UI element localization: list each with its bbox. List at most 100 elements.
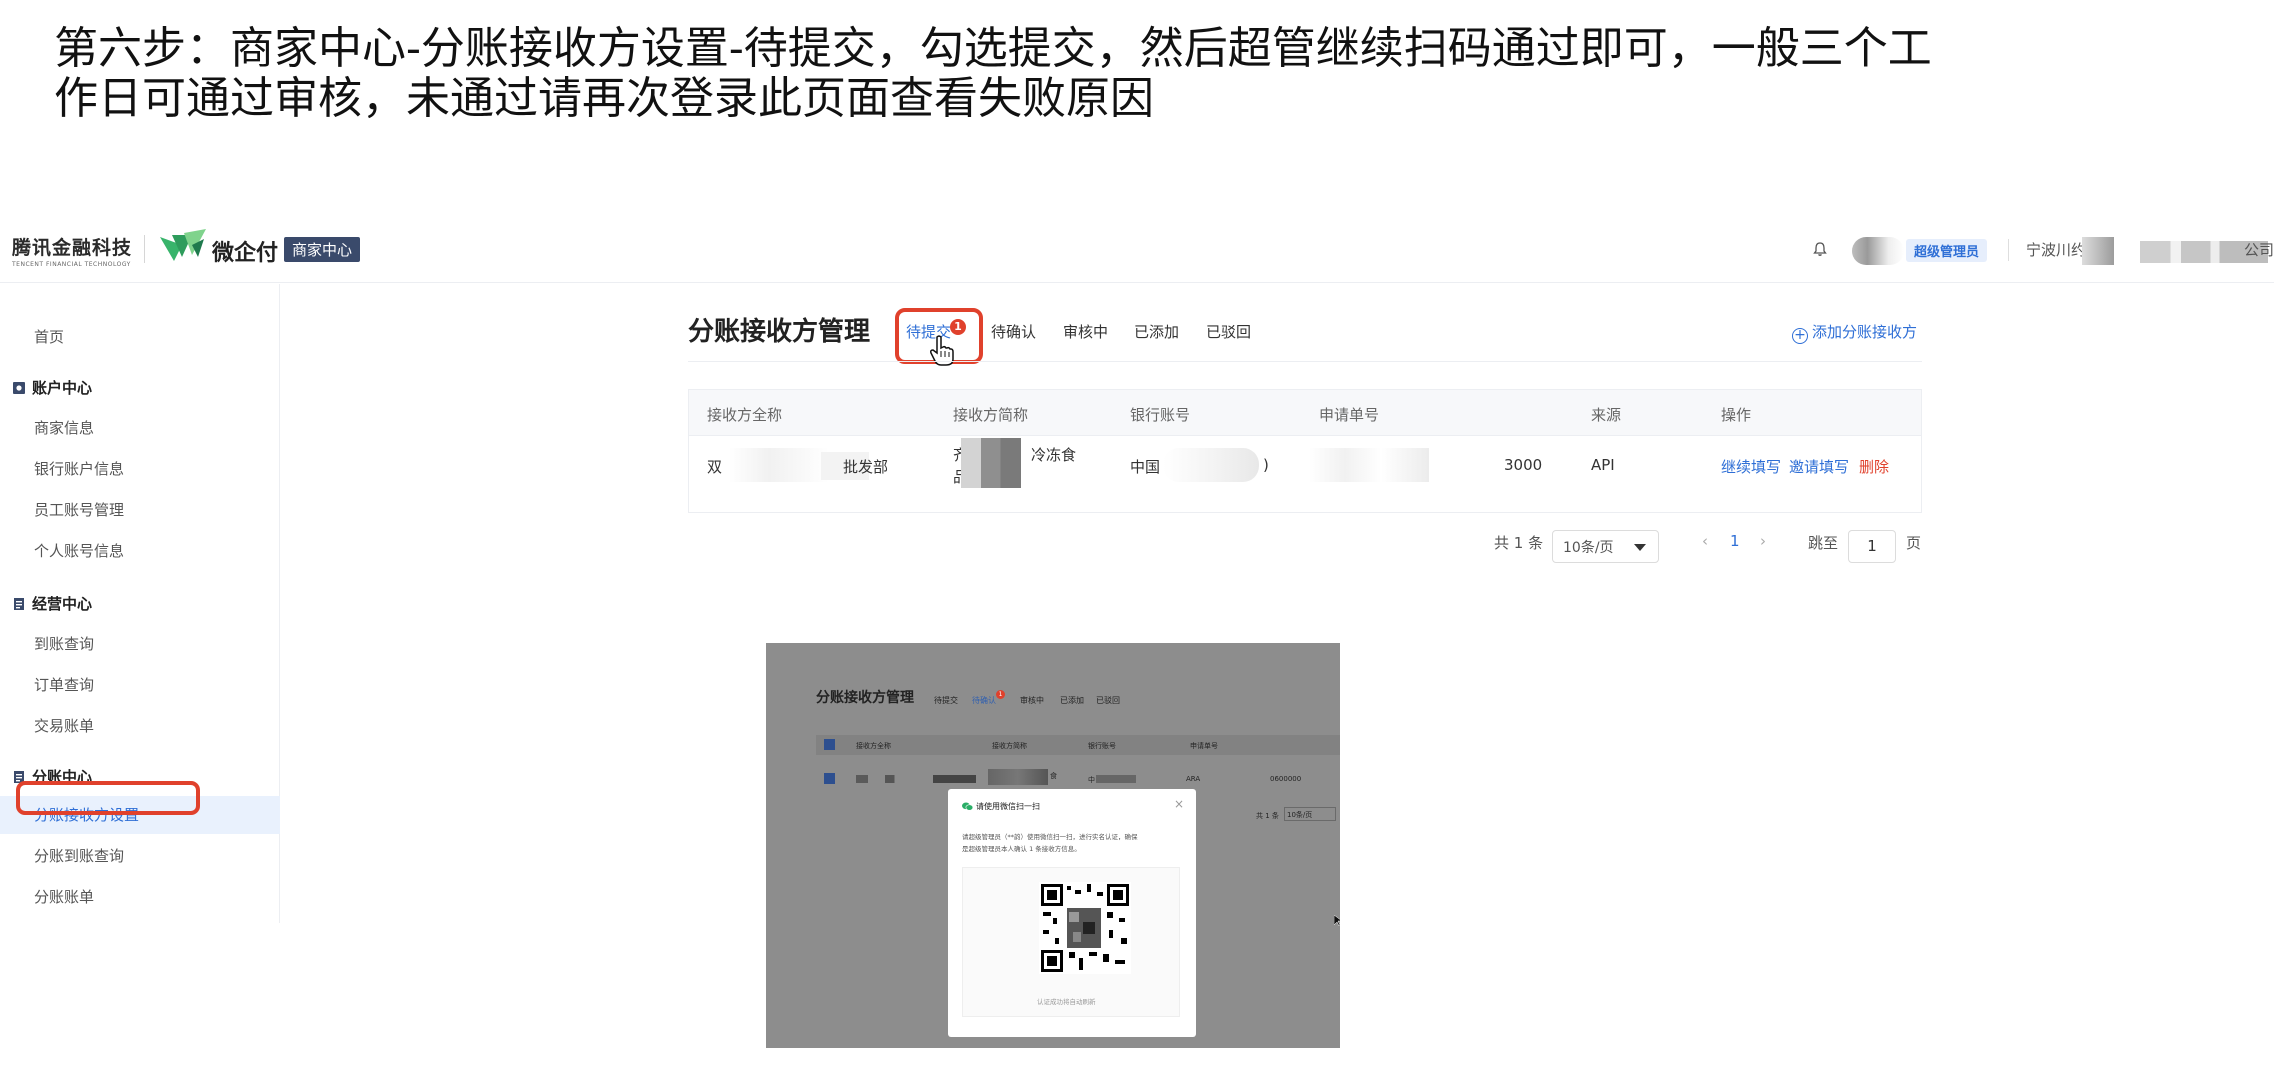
wechat-icon: [962, 802, 973, 811]
sidebar-group-account[interactable]: 账户中心: [12, 378, 92, 398]
highlight-frame-sidebar: [16, 781, 200, 815]
pager-total: 共 1 条: [1494, 534, 1544, 552]
jump-label: 跳至: [1808, 534, 1839, 552]
cell-bank-end: ): [1263, 456, 1269, 474]
modal-title: 请使用微信扫一扫: [976, 802, 1040, 811]
instruction-line-1: 第六步：商家中心-分账接收方设置-待提交，勾选提交，然后超管继续扫码通过即可，一…: [54, 23, 1932, 74]
sidebar-item-split-arrival[interactable]: 分账到账查询: [0, 837, 280, 875]
jump-page-input[interactable]: 1: [1848, 530, 1896, 563]
tencent-fintech-logo: 腾讯金融科技 TENCENT FINANCIAL TECHNOLOGY: [12, 233, 132, 268]
chevron-down-icon: [1634, 544, 1646, 551]
inset-col: 接收方全称: [856, 742, 891, 750]
sidebar-item-personal[interactable]: 个人账号信息: [0, 532, 280, 570]
add-receiver-link[interactable]: + 添加分账接收方: [1792, 321, 1917, 344]
header-divider: [2008, 239, 2009, 261]
mouse-pointer-icon: [1334, 915, 1340, 927]
redacted-block: [856, 775, 976, 783]
inset-tab-badge: 1: [996, 690, 1005, 699]
role-badge: 超级管理员: [1906, 239, 1988, 262]
bell-icon[interactable]: [1812, 241, 1828, 257]
checkbox-icon: [824, 773, 835, 784]
page-size-select[interactable]: 10条/页: [1552, 530, 1659, 563]
redacted-block: [1309, 448, 1429, 482]
redacted-block: [1096, 775, 1136, 783]
tab-pending-confirm[interactable]: 待确认: [991, 321, 1036, 342]
group-title: 账户中心: [32, 379, 93, 397]
redacted-block: [1163, 448, 1259, 482]
sidebar-item-staff[interactable]: 员工账号管理: [0, 491, 280, 529]
inset-col: 银行账号: [1088, 742, 1116, 750]
invite-fill-link[interactable]: 邀请填写: [1789, 456, 1849, 477]
avatar[interactable]: [1852, 237, 1904, 265]
receiver-table: 接收方全称 接收方简称 银行账号 申请单号 来源 操作 双 批发部 齐 品 冷冻…: [688, 389, 1922, 513]
qr-panel: 认证成功将自动刷新: [962, 867, 1180, 1017]
plus-circle-icon: +: [1792, 328, 1808, 344]
company-name-trail: 公司: [2244, 241, 2274, 259]
inset-row-bank: 中: [1088, 776, 1095, 784]
close-icon[interactable]: ×: [1174, 797, 1184, 811]
inset-table-header: [816, 735, 1340, 755]
tab-rejected[interactable]: 已驳回: [1206, 321, 1251, 342]
sidebar-group-business[interactable]: 经营中心: [12, 594, 92, 614]
sidebar-item-orders[interactable]: 订单查询: [0, 666, 280, 704]
business-center-icon: [14, 598, 24, 610]
column-header: 接收方全称: [707, 406, 783, 424]
column-header: 操作: [1721, 406, 1752, 424]
inset-tab: 待提交: [934, 696, 958, 705]
cell-full-name-start: 双: [707, 458, 723, 476]
cell-apply-no: 3000: [1504, 456, 1543, 474]
inset-pager-size: 10条/页: [1284, 807, 1336, 821]
inset-col: 申请单号: [1190, 742, 1218, 750]
sidebar-item-bills[interactable]: 交易账单: [0, 707, 280, 745]
tab-added[interactable]: 已添加: [1134, 321, 1179, 342]
table-header: 接收方全称 接收方简称 银行账号 申请单号 来源 操作: [689, 390, 1921, 436]
checkbox-icon: [824, 739, 835, 750]
sidebar-item-merchant-info[interactable]: 商家信息: [0, 409, 280, 447]
qr-scan-screenshot: 分账接收方管理 待提交 待确认 1 审核中 已添加 已驳回 接收方全称 接收方简…: [766, 643, 1340, 1048]
sidebar-item-bank-account[interactable]: 银行账户信息: [0, 450, 280, 488]
column-header: 银行账号: [1130, 406, 1191, 424]
cell-source: API: [1591, 456, 1615, 474]
brand-divider: [144, 235, 145, 263]
redacted-block: [961, 438, 1021, 488]
cell-bank-start: 中国: [1130, 458, 1161, 476]
merchant-center-badge: 商家中心: [284, 237, 361, 262]
top-bar: 腾讯金融科技 TENCENT FINANCIAL TECHNOLOGY 微企付 …: [0, 215, 2274, 283]
page-title: 分账接收方管理: [688, 317, 871, 347]
instruction-text: 第六步：商家中心-分账接收方设置-待提交，勾选提交，然后超管继续扫码通过即可，一…: [54, 24, 1954, 124]
qr-modal: 请使用微信扫一扫 × 请超级管理员（**韵）使用微信扫一扫，进行实名认证，确保 …: [948, 789, 1196, 1037]
redacted-block: [729, 448, 829, 482]
inset-tab: 审核中: [1020, 696, 1044, 705]
tab-reviewing[interactable]: 审核中: [1063, 321, 1108, 342]
inset-tab: 已添加: [1060, 696, 1084, 705]
brand-en: TENCENT FINANCIAL TECHNOLOGY: [12, 261, 131, 268]
brand-cn: 腾讯金融科技: [12, 237, 133, 259]
sidebar-item-split-bill[interactable]: 分账账单: [0, 878, 280, 916]
inset-title: 分账接收方管理: [816, 690, 914, 706]
inset-tab: 已驳回: [1096, 696, 1120, 705]
cell-full-name-end: 批发部: [843, 458, 889, 476]
qr-caption: 认证成功将自动刷新: [1037, 998, 1096, 1006]
sidebar-item-arrival[interactable]: 到账查询: [0, 625, 280, 663]
company-name[interactable]: 宁波川约: [2026, 239, 2086, 260]
prev-page-button[interactable]: ‹: [1702, 532, 1708, 550]
instruction-line-2: 作日可通过审核，未通过请再次登录此页面查看失败原因: [54, 73, 1154, 124]
inset-row-short: 食: [1050, 772, 1057, 780]
page-number[interactable]: 1: [1730, 532, 1740, 550]
cell-short-name-end: 冷冻食: [1031, 446, 1077, 464]
product-name: 微企付: [212, 241, 279, 266]
next-page-button[interactable]: ›: [1760, 532, 1766, 550]
column-header: 申请单号: [1319, 406, 1380, 424]
inset-tab-active: 待确认: [972, 696, 996, 705]
continue-fill-link[interactable]: 继续填写: [1721, 456, 1781, 477]
modal-text-1: 请超级管理员（**韵）使用微信扫一扫，进行实名认证，确保: [962, 833, 1138, 841]
delete-link[interactable]: 删除: [1859, 456, 1889, 477]
redacted-block: [988, 769, 1048, 785]
sidebar-item-home[interactable]: 首页: [0, 318, 280, 356]
qr-code-image: [1039, 882, 1131, 974]
page-size-value: 10条/页: [1563, 540, 1614, 556]
group-title: 经营中心: [32, 595, 93, 613]
inset-row-source: ARA: [1186, 775, 1201, 783]
tabs-divider: [688, 361, 1922, 362]
add-link-label: 添加分账接收方: [1812, 323, 1918, 341]
